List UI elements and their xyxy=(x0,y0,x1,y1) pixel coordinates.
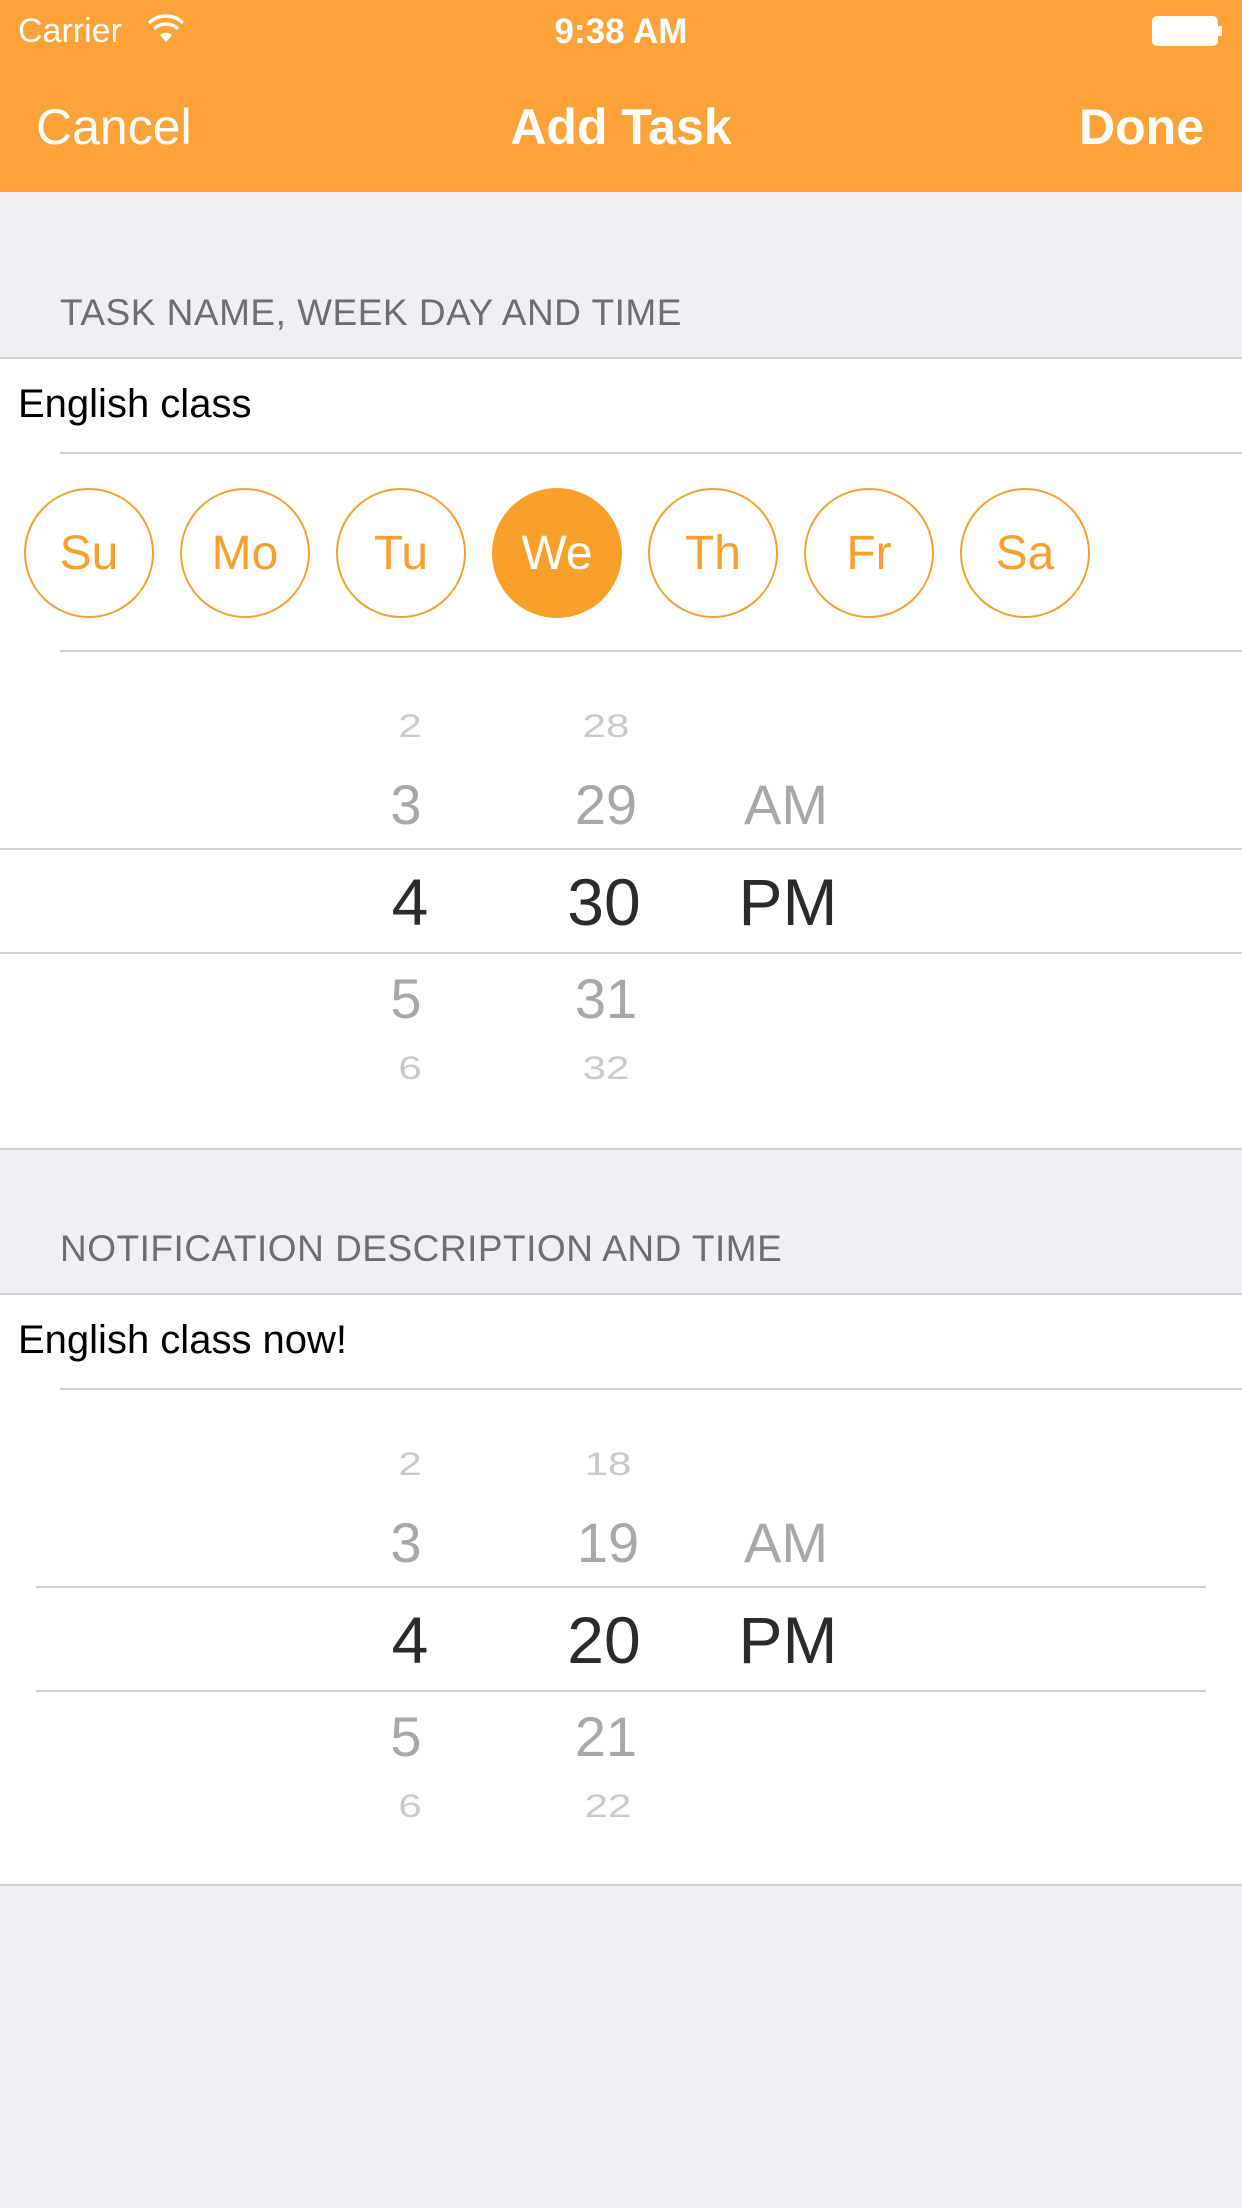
minute-option[interactable]: 18 xyxy=(528,1445,688,1482)
divider xyxy=(0,1148,1242,1150)
minute-option[interactable]: 29 xyxy=(526,772,686,837)
status-time: 9:38 AM xyxy=(554,12,688,51)
battery-icon xyxy=(1152,16,1222,46)
divider xyxy=(0,1884,1242,1886)
day-saturday[interactable]: Sa xyxy=(960,488,1090,618)
day-sunday[interactable]: Su xyxy=(24,488,154,618)
ampm-selected[interactable]: PM xyxy=(708,1602,868,1678)
day-label: Fr xyxy=(846,526,892,580)
page-title: Add Task xyxy=(510,99,732,155)
hour-option[interactable]: 3 xyxy=(326,772,486,837)
hour-selected[interactable]: 4 xyxy=(330,864,490,940)
hour-option[interactable]: 6 xyxy=(330,1787,490,1824)
picker-selection-top xyxy=(0,848,1242,850)
day-label: Su xyxy=(59,526,119,580)
minute-option[interactable]: 32 xyxy=(526,1049,686,1086)
task-time-picker[interactable]: 2 3 4 5 6 28 29 30 31 32 AM PM xyxy=(0,660,1242,1150)
day-label: Th xyxy=(684,526,741,580)
section-header-notification: NOTIFICATION DESCRIPTION AND TIME xyxy=(60,1228,783,1269)
day-label: Tu xyxy=(373,526,429,580)
notification-description-field[interactable]: English class now! xyxy=(18,1318,347,1363)
day-monday[interactable]: Mo xyxy=(180,488,310,618)
ampm-option[interactable]: AM xyxy=(706,772,866,837)
minute-selected[interactable]: 30 xyxy=(524,864,684,940)
hour-selected[interactable]: 4 xyxy=(330,1602,490,1678)
day-label: Mo xyxy=(211,526,279,580)
notification-time-picker[interactable]: 2 3 4 5 6 18 19 20 21 22 AM PM xyxy=(0,1398,1242,1884)
day-label: Sa xyxy=(995,526,1055,580)
ampm-option[interactable]: AM xyxy=(706,1510,866,1575)
weekday-selector: Su Mo Tu We Th Fr Sa xyxy=(24,488,1124,618)
minute-option[interactable]: 31 xyxy=(526,966,686,1031)
day-label: We xyxy=(521,526,593,580)
done-button[interactable]: Done xyxy=(1079,98,1204,156)
day-wednesday[interactable]: We xyxy=(492,488,622,618)
task-name-field[interactable]: English class xyxy=(18,382,251,427)
day-friday[interactable]: Fr xyxy=(804,488,934,618)
minute-option[interactable]: 19 xyxy=(528,1510,688,1575)
navigation-bar: Carrier 9:38 AM Cancel Add Task Done xyxy=(0,0,1242,192)
day-thursday[interactable]: Th xyxy=(648,488,778,618)
section-header-task: TASK NAME, WEEK DAY AND TIME xyxy=(60,292,682,333)
picker-selection-bottom xyxy=(36,1690,1206,1692)
hour-option[interactable]: 6 xyxy=(330,1049,490,1086)
picker-selection-bottom xyxy=(0,952,1242,954)
hour-option[interactable]: 3 xyxy=(326,1510,486,1575)
day-tuesday[interactable]: Tu xyxy=(336,488,466,618)
picker-selection-top xyxy=(36,1586,1206,1588)
hour-option[interactable]: 2 xyxy=(330,1445,490,1482)
minute-option[interactable]: 21 xyxy=(526,1704,686,1769)
divider xyxy=(60,452,1242,454)
status-bar: Carrier 9:38 AM xyxy=(0,0,1242,60)
divider xyxy=(0,1293,1242,1295)
divider xyxy=(60,650,1242,652)
divider xyxy=(0,357,1242,359)
minute-option[interactable]: 28 xyxy=(526,707,686,744)
divider xyxy=(60,1388,1242,1390)
hour-option[interactable]: 5 xyxy=(326,1704,486,1769)
ampm-selected[interactable]: PM xyxy=(708,864,868,940)
minute-selected[interactable]: 20 xyxy=(524,1602,684,1678)
hour-option[interactable]: 2 xyxy=(330,707,490,744)
minute-option[interactable]: 22 xyxy=(528,1787,688,1824)
hour-option[interactable]: 5 xyxy=(326,966,486,1031)
